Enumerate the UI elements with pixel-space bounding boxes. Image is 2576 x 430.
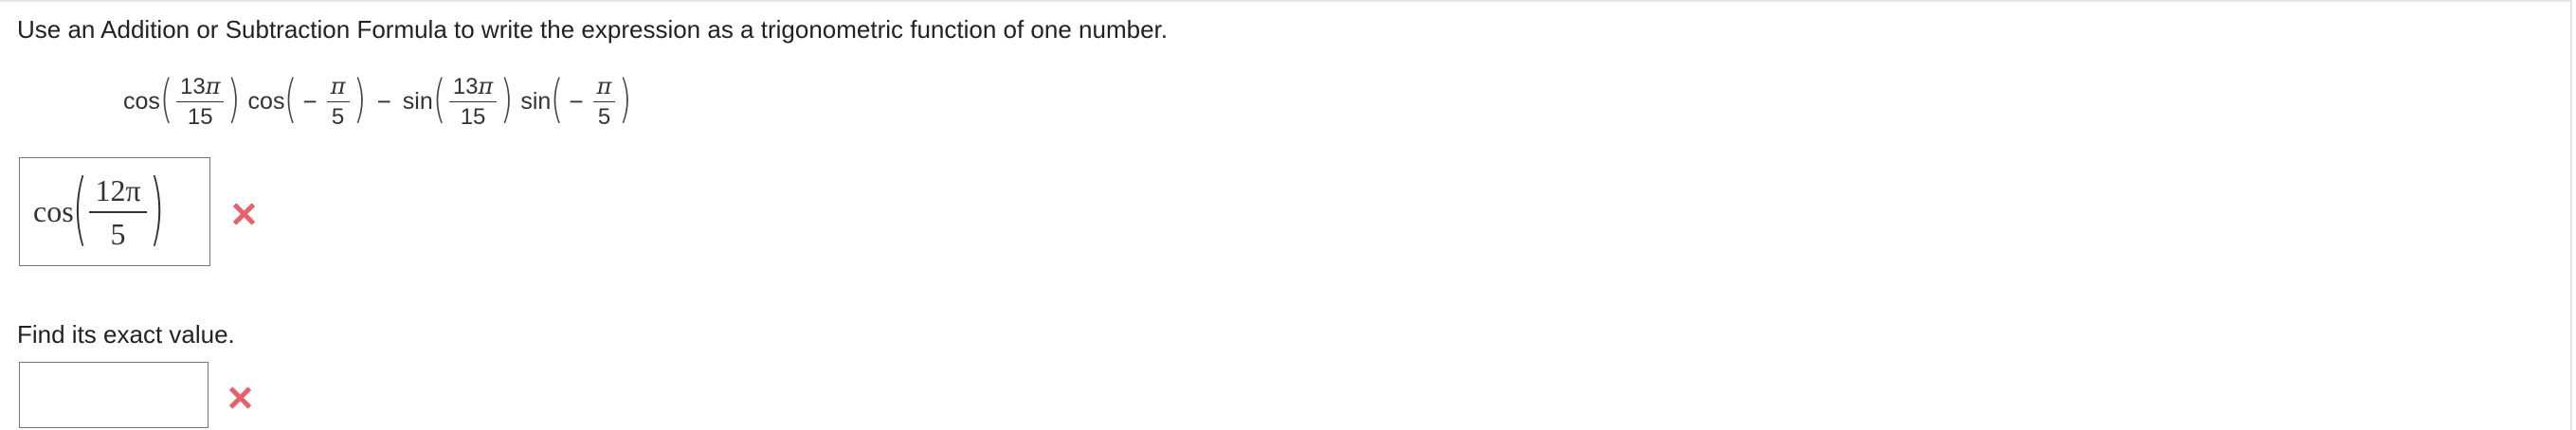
answer-denominator: 5 [110, 216, 126, 251]
denominator: 5 [331, 103, 345, 130]
denominator: 5 [597, 103, 611, 130]
answer-input-expression[interactable]: cos ( 12π 5 ) [19, 157, 210, 266]
negative-sign: − [302, 86, 317, 116]
left-paren: ( [551, 69, 564, 129]
left-paren: ( [71, 161, 88, 255]
right-paren: ) [227, 69, 241, 129]
numerator: 13π [175, 75, 225, 102]
numerator: π [326, 75, 350, 102]
answer-numerator: 12π [89, 175, 147, 213]
incorrect-x-icon [227, 385, 252, 410]
numerator: 13π [448, 75, 498, 102]
left-paren: ( [284, 69, 298, 129]
fraction-pi-5-a: π 5 [326, 75, 350, 130]
right-paren: ) [499, 69, 514, 129]
answer-fraction: 12π 5 [89, 175, 147, 251]
fraction-pi-5-b: π 5 [592, 75, 616, 130]
sin-function-1: sin [402, 87, 433, 115]
fraction-13pi-15-b: 13π 15 [448, 75, 498, 130]
fraction-13pi-15-a: 13π 15 [175, 75, 225, 130]
cos-function-2: cos [247, 87, 285, 115]
right-paren: ) [619, 69, 632, 129]
answer-input-exact-value[interactable] [19, 362, 209, 428]
numerator: π [592, 75, 616, 102]
negative-sign: − [569, 86, 584, 116]
sin-function-2: sin [520, 87, 552, 115]
question-prompt: Use an Addition or Subtraction Formula t… [17, 15, 1168, 44]
left-paren: ( [159, 69, 173, 129]
given-expression: cos ( 13π 15 ) cos ( − π 5 ) − sin ( 13π… [123, 64, 632, 138]
subtraction-operator: − [376, 86, 391, 116]
denominator: 15 [460, 103, 486, 130]
left-paren: ( [432, 69, 446, 129]
part2-label: Find its exact value. [17, 320, 235, 349]
cos-function-1: cos [123, 87, 160, 115]
incorrect-x-icon [231, 202, 256, 226]
right-paren: ) [353, 69, 366, 129]
right-paren: ) [148, 161, 165, 255]
denominator: 15 [187, 103, 213, 130]
answer-function: cos [33, 194, 74, 228]
